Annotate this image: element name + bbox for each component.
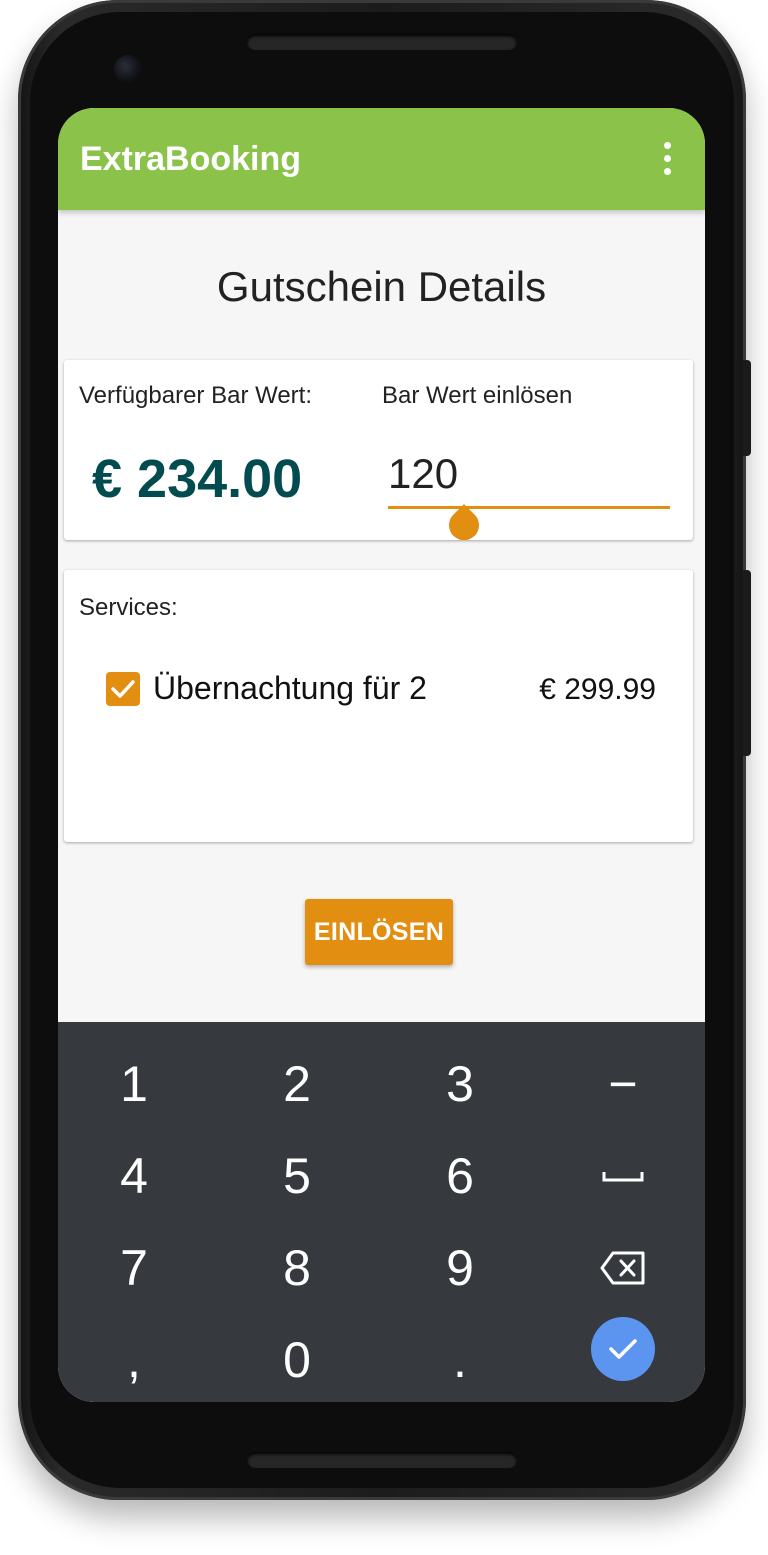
key-backspace[interactable] bbox=[543, 1222, 703, 1314]
numeric-keyboard: 1 2 3 − 4 5 6 7 8 9 , 0 . bbox=[58, 1022, 705, 1402]
app-bar: ExtraBooking bbox=[58, 108, 705, 210]
service-name: Übernachtung für 2 bbox=[153, 670, 427, 706]
key-0[interactable]: 0 bbox=[217, 1314, 377, 1402]
screen: ExtraBooking Gutschein Details Verfügbar… bbox=[58, 108, 705, 1402]
redeem-value-label: Bar Wert einlösen bbox=[382, 382, 573, 409]
page-title: Gutschein Details bbox=[216, 263, 547, 310]
key-comma[interactable]: , bbox=[58, 1314, 214, 1402]
key-space[interactable] bbox=[543, 1130, 703, 1222]
services-card: Services: Übernachtung für 2 € 299.99 bbox=[64, 570, 693, 842]
backspace-icon bbox=[600, 1251, 645, 1285]
front-camera bbox=[114, 55, 142, 83]
top-speaker bbox=[247, 34, 517, 50]
key-minus[interactable]: − bbox=[543, 1038, 703, 1130]
available-amount: € 234.00 bbox=[92, 449, 303, 509]
available-value-label: Verfügbarer Bar Wert: bbox=[79, 382, 312, 409]
service-row[interactable]: Übernachtung für 2 € 299.99 bbox=[106, 664, 666, 718]
app-title: ExtraBooking bbox=[80, 140, 302, 178]
key-8[interactable]: 8 bbox=[217, 1222, 377, 1314]
value-card: Verfügbarer Bar Wert: Bar Wert einlösen … bbox=[64, 360, 693, 542]
key-7[interactable]: 7 bbox=[58, 1222, 214, 1314]
key-3[interactable]: 3 bbox=[380, 1038, 540, 1130]
redeem-value-input[interactable] bbox=[388, 442, 670, 509]
more-vert-icon[interactable] bbox=[656, 140, 680, 180]
key-9[interactable]: 9 bbox=[380, 1222, 540, 1314]
volume-button bbox=[743, 570, 751, 756]
service-checkbox[interactable] bbox=[106, 672, 140, 706]
key-5[interactable]: 5 bbox=[217, 1130, 377, 1222]
services-label: Services: bbox=[79, 594, 178, 621]
done-key[interactable] bbox=[591, 1317, 655, 1381]
text-cursor-handle-icon[interactable] bbox=[445, 504, 483, 542]
power-button bbox=[743, 360, 751, 456]
key-1[interactable]: 1 bbox=[58, 1038, 214, 1130]
service-price: € 299.99 bbox=[539, 673, 656, 706]
redeem-button[interactable]: EINLÖSEN bbox=[305, 899, 453, 965]
key-period[interactable]: . bbox=[380, 1314, 540, 1402]
space-icon bbox=[602, 1172, 644, 1182]
key-4[interactable]: 4 bbox=[58, 1130, 214, 1222]
check-icon bbox=[609, 1339, 637, 1359]
key-6[interactable]: 6 bbox=[380, 1130, 540, 1222]
bottom-speaker bbox=[247, 1452, 517, 1468]
key-2[interactable]: 2 bbox=[217, 1038, 377, 1130]
check-icon bbox=[111, 680, 135, 698]
